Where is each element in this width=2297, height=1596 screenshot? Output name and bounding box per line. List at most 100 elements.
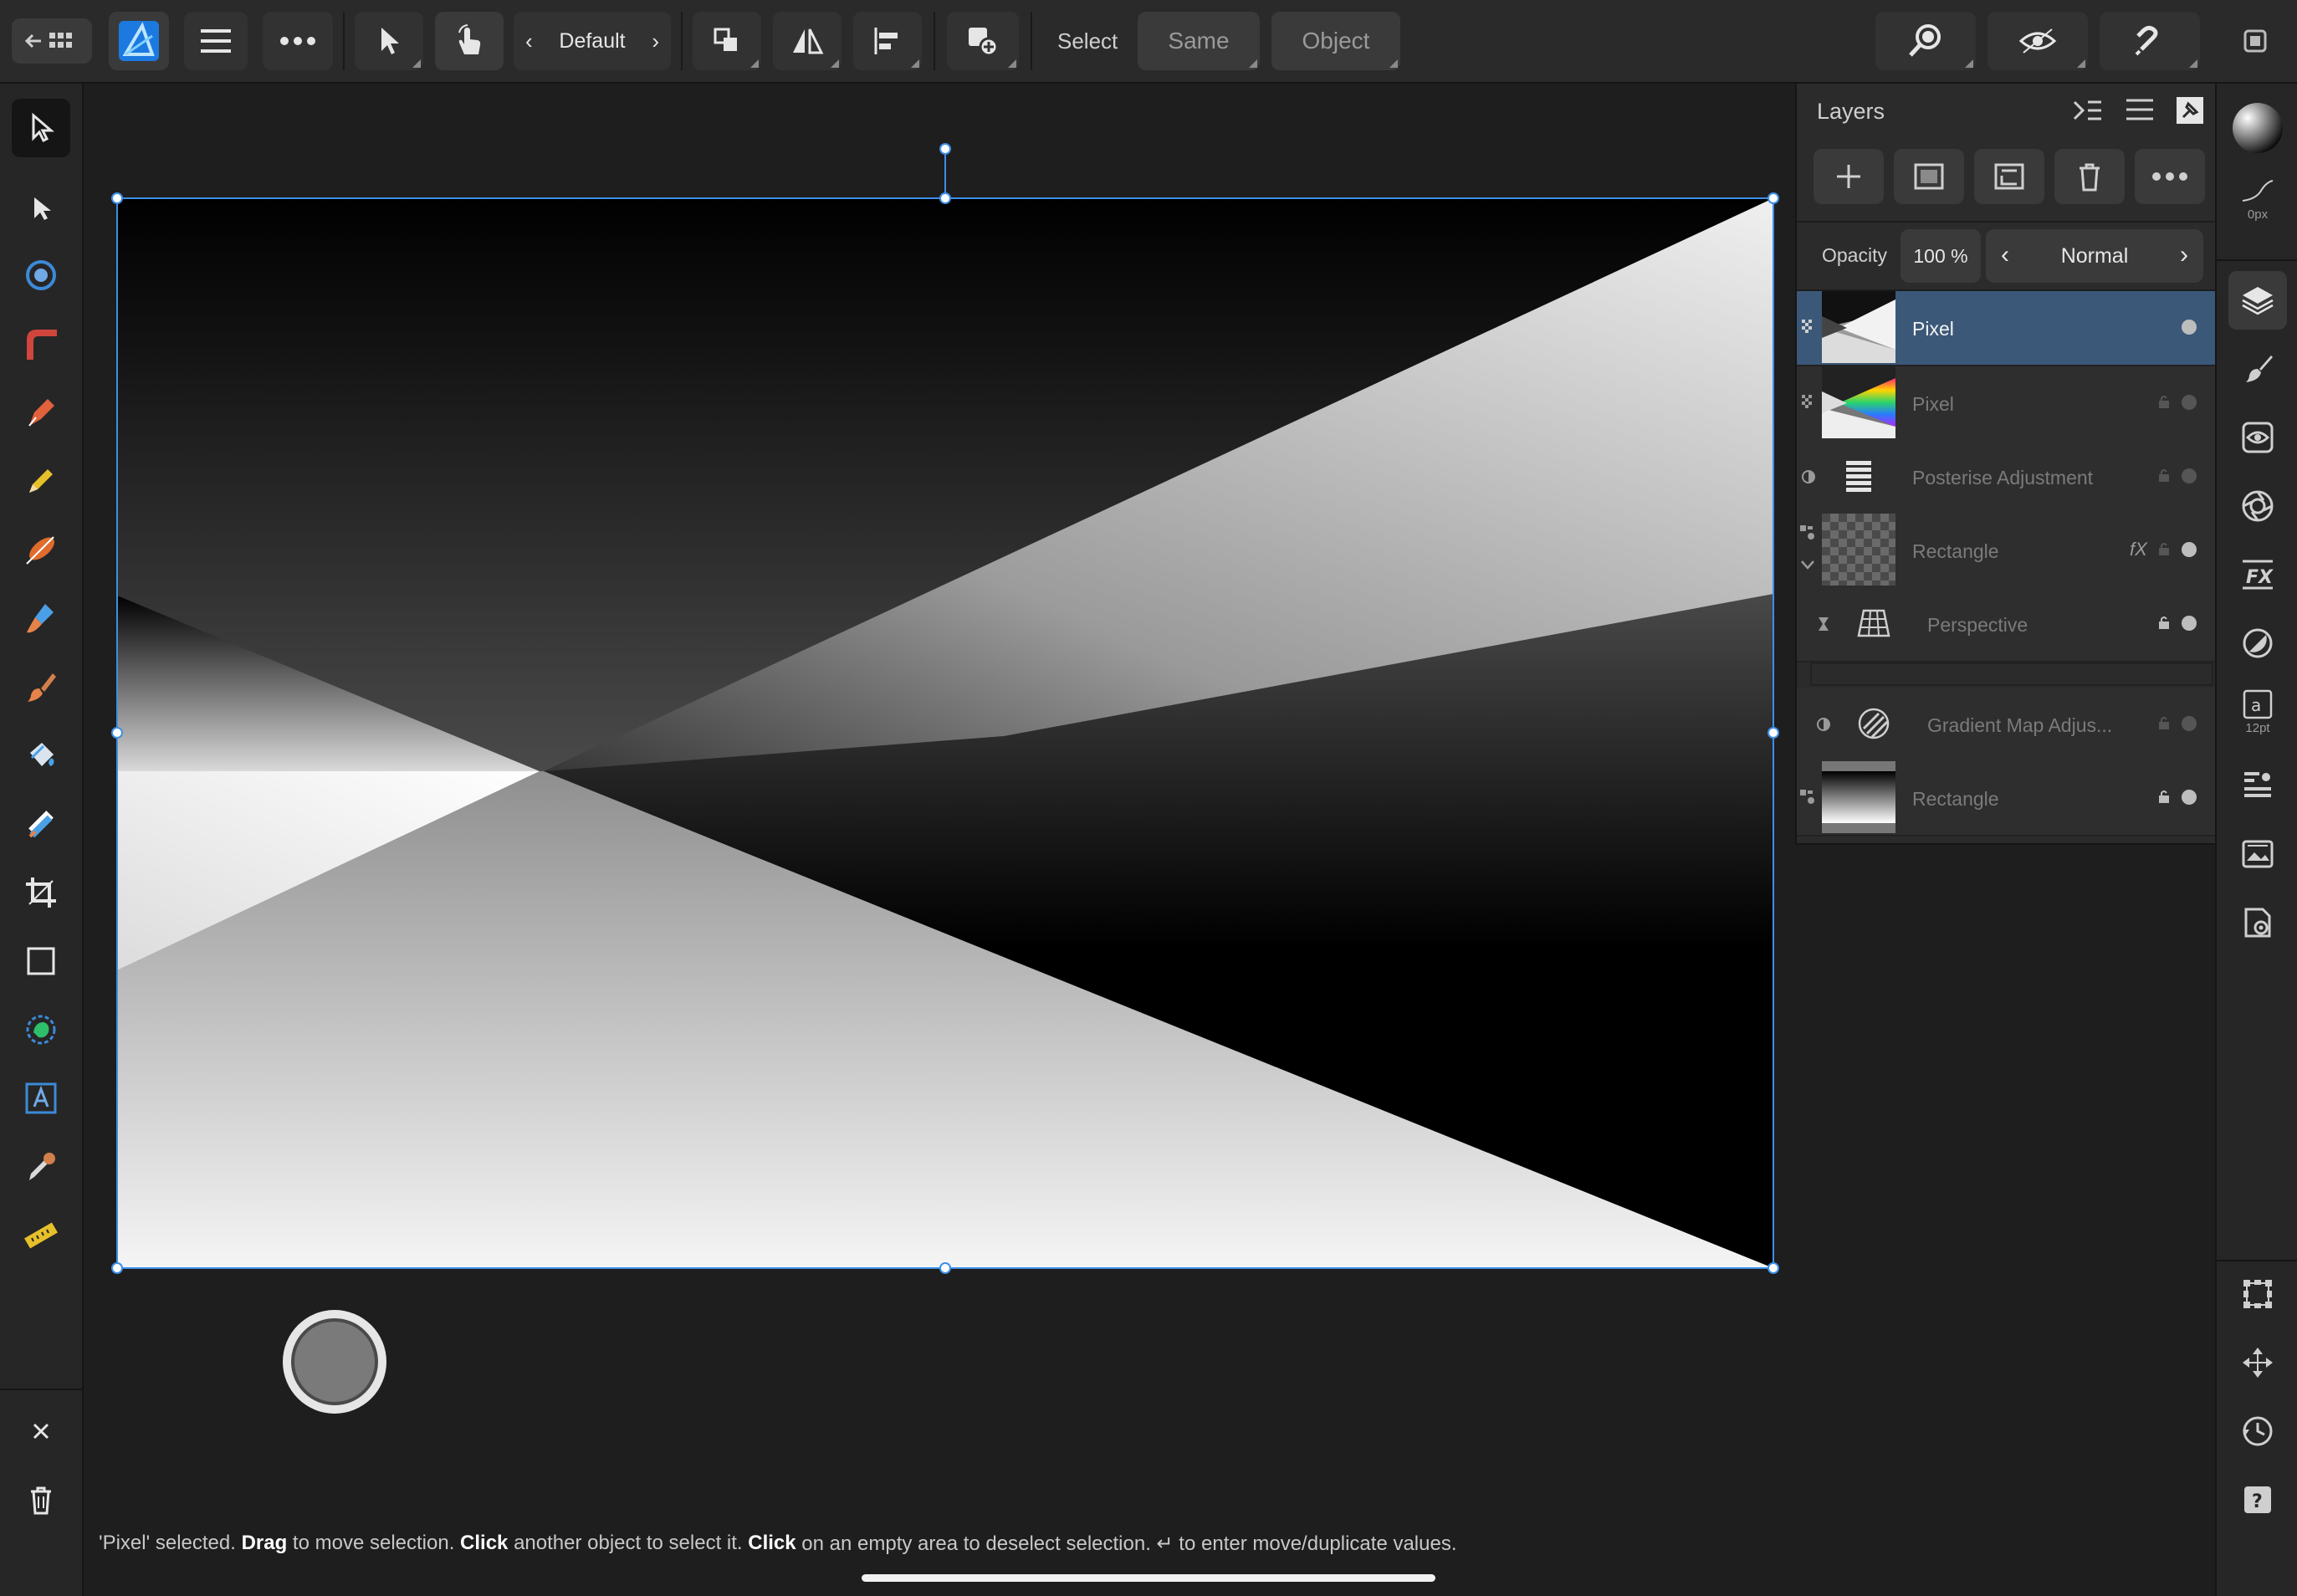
text-tool[interactable] bbox=[12, 1069, 70, 1128]
color-picker-tool[interactable] bbox=[12, 1138, 70, 1196]
navigator-studio-button[interactable] bbox=[2228, 1333, 2287, 1392]
measure-tool[interactable] bbox=[12, 1206, 70, 1265]
layer-name: Rectangle bbox=[1912, 788, 1999, 810]
chevron-right-icon[interactable]: › bbox=[652, 28, 659, 54]
persona-switcher[interactable]: ‹ Default › bbox=[514, 12, 671, 70]
delete-button[interactable] bbox=[12, 1471, 70, 1529]
visibility-toggle[interactable] bbox=[2182, 395, 2197, 410]
lock-icon[interactable] bbox=[2158, 616, 2170, 629]
back-to-gallery-button[interactable] bbox=[12, 18, 92, 64]
layer-row[interactable]: Rectangle bbox=[1797, 761, 2215, 836]
color-studio-button[interactable] bbox=[2228, 614, 2287, 673]
layer-more-button[interactable] bbox=[2135, 149, 2205, 204]
collapse-panel-button[interactable] bbox=[2071, 95, 2105, 125]
history-studio-button[interactable] bbox=[2228, 1402, 2287, 1460]
node-tool[interactable] bbox=[12, 179, 70, 238]
effects-studio-button[interactable]: FX bbox=[2228, 545, 2287, 604]
preview-mode-button[interactable] bbox=[1987, 12, 2088, 70]
select-object-button[interactable]: Object bbox=[1271, 12, 1400, 70]
gradient-tool[interactable] bbox=[12, 795, 70, 853]
visibility-toggle[interactable] bbox=[2182, 320, 2197, 335]
pixel-brush-tool[interactable] bbox=[12, 657, 70, 716]
blend-mode-selector[interactable]: ‹ Normal › bbox=[1986, 229, 2203, 283]
gradient-artwork[interactable] bbox=[84, 84, 1795, 1522]
view-zoom-button[interactable] bbox=[1875, 12, 1976, 70]
adjustments-studio-button[interactable] bbox=[2228, 408, 2287, 467]
visibility-toggle[interactable] bbox=[2182, 616, 2197, 631]
pencil-tool[interactable] bbox=[12, 452, 70, 510]
selection-brush-tool[interactable] bbox=[12, 1000, 70, 1059]
cancel-button[interactable] bbox=[12, 1402, 70, 1460]
character-icon: a bbox=[2243, 689, 2273, 719]
chevron-left-icon[interactable]: ‹ bbox=[2001, 241, 2009, 269]
help-studio-button[interactable]: ? bbox=[2228, 1471, 2287, 1529]
stroke-width-button[interactable]: 0px bbox=[2228, 171, 2287, 229]
visibility-toggle[interactable] bbox=[2182, 542, 2197, 557]
select-object-label: Object bbox=[1302, 28, 1370, 54]
styles-studio-button[interactable] bbox=[2228, 477, 2287, 535]
add-mask-button[interactable] bbox=[1894, 149, 1964, 204]
layer-row[interactable]: Rectangle fX bbox=[1797, 514, 2215, 589]
opacity-label: Opacity bbox=[1822, 244, 1887, 266]
lock-icon[interactable] bbox=[2158, 542, 2170, 555]
color-swatch-button[interactable] bbox=[2228, 99, 2287, 157]
flood-fill-tool[interactable] bbox=[12, 726, 70, 785]
corner-tool[interactable] bbox=[12, 315, 70, 373]
layer-row[interactable]: Gradient Map Adjus... bbox=[1797, 688, 2215, 763]
chevron-left-icon[interactable]: ‹ bbox=[525, 28, 533, 54]
more-options-button[interactable] bbox=[263, 12, 333, 70]
layer-thumbnail bbox=[1822, 514, 1895, 586]
character-studio-button[interactable]: a 12pt bbox=[2228, 683, 2287, 741]
pen-tool[interactable] bbox=[12, 383, 70, 442]
effects-badge[interactable]: fX bbox=[2130, 539, 2147, 560]
lock-icon[interactable] bbox=[2158, 790, 2170, 803]
chevron-down-icon[interactable] bbox=[1800, 559, 1815, 570]
visibility-toggle[interactable] bbox=[2182, 716, 2197, 731]
main-menu-button[interactable] bbox=[184, 12, 248, 70]
layer-row[interactable]: Posterise Adjustment bbox=[1797, 440, 2215, 515]
insert-button[interactable] bbox=[947, 12, 1019, 70]
touch-mode-button[interactable] bbox=[435, 12, 504, 70]
add-layer-button[interactable] bbox=[1814, 149, 1884, 204]
layer-row[interactable]: Perspective bbox=[1797, 587, 2215, 662]
stock-studio-button[interactable] bbox=[2228, 825, 2287, 883]
layer-row[interactable]: Pixel bbox=[1797, 366, 2215, 442]
lock-icon[interactable] bbox=[2158, 468, 2170, 482]
chevron-right-icon[interactable]: › bbox=[2180, 241, 2188, 269]
move-tool[interactable] bbox=[12, 99, 70, 157]
fill-tool[interactable] bbox=[12, 589, 70, 647]
layer-row[interactable]: Pixel bbox=[1797, 291, 2215, 366]
transform-studio-button[interactable] bbox=[2228, 1265, 2287, 1323]
document-settings-icon bbox=[2244, 908, 2271, 938]
lock-icon[interactable] bbox=[2158, 716, 2170, 729]
fullscreen-icon bbox=[2243, 29, 2267, 53]
lock-icon[interactable] bbox=[2158, 395, 2170, 408]
visibility-toggle[interactable] bbox=[2182, 790, 2197, 805]
stroke-width-value: 0px bbox=[2247, 207, 2269, 222]
command-controller-button[interactable] bbox=[283, 1310, 386, 1414]
opacity-field[interactable]: 100 % bbox=[1901, 229, 1981, 283]
delete-layer-button[interactable] bbox=[2054, 149, 2125, 204]
rectangle-tool[interactable] bbox=[12, 932, 70, 990]
window-mode-button[interactable] bbox=[2230, 22, 2280, 60]
brushes-studio-button[interactable] bbox=[2228, 340, 2287, 398]
snapping-button[interactable] bbox=[2100, 12, 2200, 70]
visibility-toggle[interactable] bbox=[2182, 468, 2197, 483]
selection-mode-button[interactable] bbox=[355, 12, 423, 70]
flip-button[interactable] bbox=[773, 12, 842, 70]
select-same-button[interactable]: Same bbox=[1138, 12, 1260, 70]
settings-studio-button[interactable] bbox=[2228, 893, 2287, 952]
add-group-button[interactable] bbox=[1974, 149, 2044, 204]
crop-tool[interactable] bbox=[12, 863, 70, 922]
home-indicator[interactable] bbox=[862, 1574, 1435, 1582]
align-button[interactable] bbox=[853, 12, 922, 70]
document-canvas[interactable] bbox=[84, 84, 1795, 1522]
vector-brush-tool[interactable] bbox=[12, 520, 70, 579]
persona-photo-button[interactable] bbox=[109, 12, 169, 70]
arrange-button[interactable] bbox=[693, 12, 761, 70]
pin-panel-button[interactable] bbox=[2175, 95, 2205, 125]
paragraph-studio-button[interactable] bbox=[2228, 756, 2287, 815]
layers-studio-button[interactable] bbox=[2228, 271, 2287, 330]
point-transform-tool[interactable] bbox=[12, 246, 70, 304]
panel-menu-button[interactable] bbox=[2125, 97, 2158, 125]
